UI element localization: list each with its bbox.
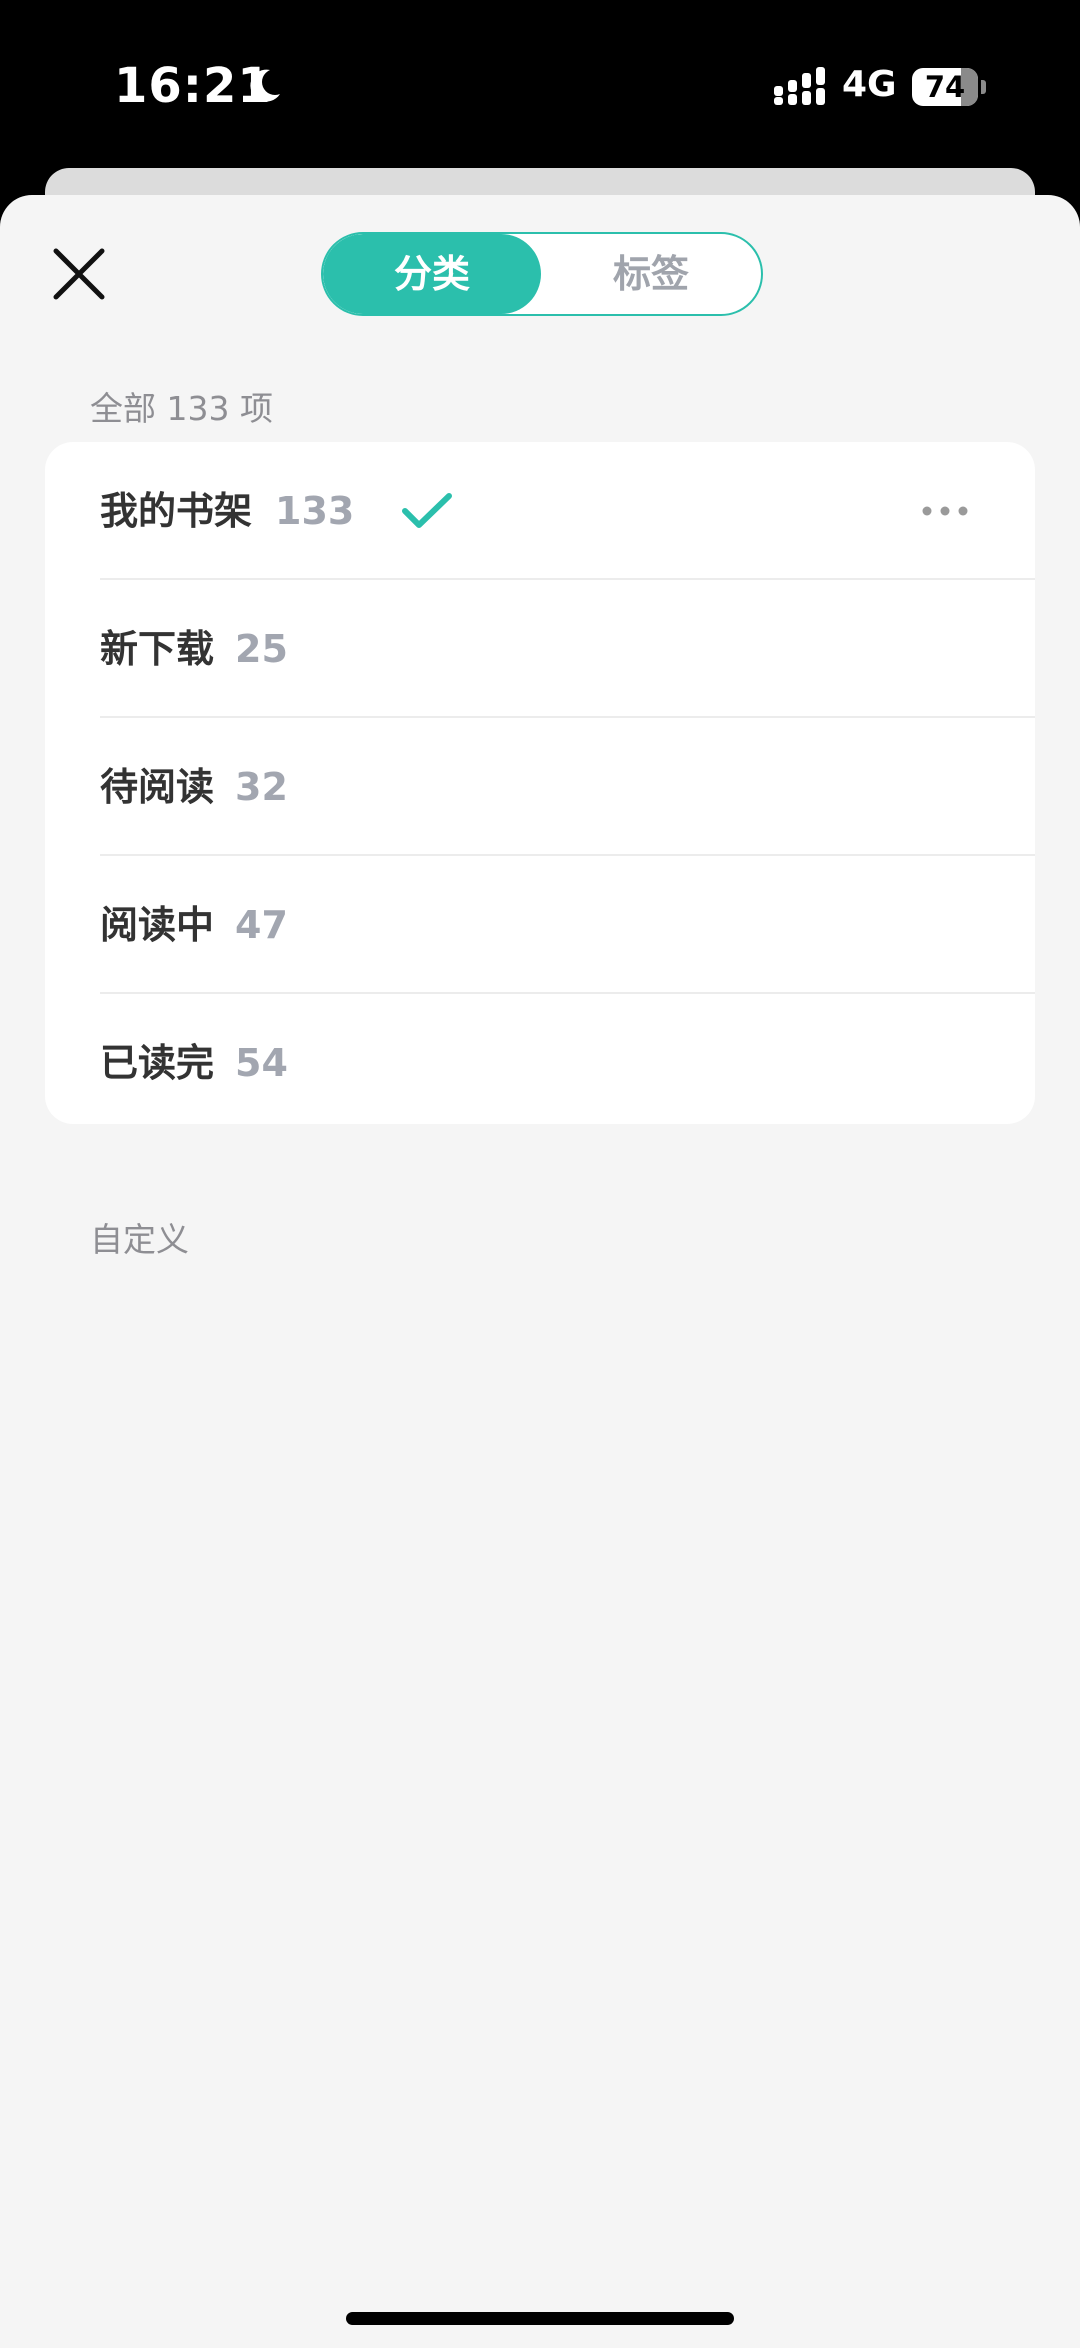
shelf-name: 已读完 [100,1041,215,1085]
shelf-count: 25 [235,627,288,671]
shelf-count: 54 [235,1041,288,1085]
section-all-label: 全部 133 项 [90,389,273,428]
shelf-item-new-download[interactable]: 新下载 25 [45,580,1035,718]
shelf-name: 待阅读 [100,765,215,809]
section-custom-label: 自定义 [90,1220,189,1259]
shelf-name: 阅读中 [100,903,215,947]
battery-level: 74 [924,70,966,104]
signal-icon [774,67,825,105]
category-sheet: 分类 标签 全部 133 项 我的书架 133 新下载 25 待阅读 32 阅读… [0,195,1080,2348]
battery-icon: 74 [912,68,978,106]
shelf-count: 32 [235,765,288,809]
status-bar: 16:21 4G 74 [0,0,1080,170]
more-icon[interactable] [920,500,970,522]
shelf-list: 我的书架 133 新下载 25 待阅读 32 阅读中 47 已读完 54 [45,442,1035,1124]
shelf-count: 133 [275,489,355,533]
shelf-name: 我的书架 [100,489,253,533]
shelf-count: 47 [235,903,288,947]
moon-icon [250,69,280,102]
shelf-item-to-read[interactable]: 待阅读 32 [45,718,1035,856]
battery-tip [981,80,986,94]
shelf-item-finished[interactable]: 已读完 54 [45,994,1035,1124]
tab-category[interactable]: 分类 [323,234,541,314]
shelf-name: 新下载 [100,627,215,671]
tab-tags[interactable]: 标签 [541,234,761,314]
shelf-item-reading[interactable]: 阅读中 47 [45,856,1035,994]
check-icon [402,493,452,528]
network-type: 4G [842,64,897,105]
segmented-control: 分类 标签 [321,232,763,316]
close-icon[interactable] [50,245,108,303]
home-indicator[interactable] [346,2312,734,2325]
shelf-item-my-shelf[interactable]: 我的书架 133 [45,442,1035,580]
